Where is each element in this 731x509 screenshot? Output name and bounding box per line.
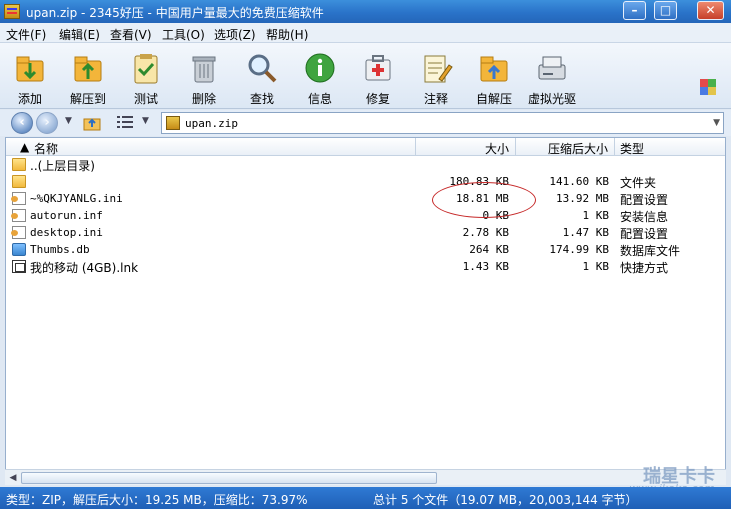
address-bar[interactable]: upan.zip ▼ <box>161 112 724 134</box>
column-name[interactable]: 名称 <box>34 140 58 157</box>
close-button[interactable]: ✕ <box>697 1 724 20</box>
self-extract-icon <box>480 56 508 82</box>
maximize-button[interactable]: □ <box>654 1 677 20</box>
self-extract-button[interactable]: 自解压 <box>466 47 522 107</box>
back-icon[interactable]: ‹ <box>11 112 33 134</box>
table-row[interactable]: Thumbs.db 264 KB 174.99 KB 数据库文件 <box>6 242 725 259</box>
highlight-circle <box>432 182 536 218</box>
comment-button[interactable]: 注释 <box>408 47 464 107</box>
view-mode-icon[interactable] <box>116 115 134 130</box>
ini-file-icon <box>11 192 26 205</box>
window-title: upan.zip - 2345好压 - 中国用户量最大的免费压缩软件 <box>26 6 324 20</box>
menu-bar: 文件(F) 编辑(E) 查看(V) 工具(O) 选项(Z) 帮助(H) <box>0 23 731 43</box>
delete-button[interactable]: 删除 <box>176 47 232 107</box>
status-right: 总计 5 个文件（19.07 MB，20,003,144 字节） <box>373 493 638 507</box>
table-row[interactable]: ~%QKJYANLG.ini 18.81 MB 13.92 MB 配置设置 <box>6 191 725 208</box>
column-header: ▲ 名称 大小 压缩后大小 类型 <box>6 138 725 156</box>
minimize-button[interactable]: – <box>623 1 646 20</box>
table-row[interactable]: 180.83 KB 141.60 KB 文件夹 <box>6 174 725 191</box>
scrollbar-thumb[interactable] <box>21 472 437 484</box>
table-row[interactable]: ..(上层目录) <box>6 157 725 174</box>
skin-color-icon[interactable] <box>699 78 717 96</box>
address-path: upan.zip <box>185 117 238 130</box>
file-list: ▲ 名称 大小 压缩后大小 类型 ..(上层目录) 180.83 KB 141.… <box>5 137 726 485</box>
up-folder-icon[interactable] <box>83 114 101 131</box>
menu-tools[interactable]: 工具(O) <box>162 26 205 43</box>
column-type[interactable]: 类型 <box>620 140 644 157</box>
column-packed-size[interactable]: 压缩后大小 <box>548 140 608 157</box>
menu-view[interactable]: 查看(V) <box>110 26 152 43</box>
clipboard-check-icon <box>134 54 158 84</box>
table-row[interactable]: 我的移动 (4GB).lnk 1.43 KB 1 KB 快捷方式 <box>6 259 725 276</box>
ini-file-icon <box>11 226 26 239</box>
zip-archive-icon <box>166 116 180 130</box>
table-row[interactable]: autorun.inf 0 KB 1 KB 安装信息 <box>6 208 725 225</box>
first-aid-icon <box>365 55 391 81</box>
magnifier-icon <box>248 54 277 83</box>
table-row[interactable]: desktop.ini 2.78 KB 1.47 KB 配置设置 <box>6 225 725 242</box>
virtual-drive-button[interactable]: 虚拟光驱 <box>524 47 580 107</box>
toolbar: 添加 解压到 测试 删除 查找 信息 修复 注释 自解压 虚拟光驱 <box>0 43 731 109</box>
notepad-pen-icon <box>424 55 453 83</box>
menu-help[interactable]: 帮助(H) <box>266 26 308 43</box>
history-dropdown-icon[interactable]: ▼ <box>65 116 72 126</box>
menu-file[interactable]: 文件(F) <box>6 26 46 43</box>
scroll-left-icon[interactable]: ◀ <box>7 472 19 484</box>
add-button[interactable]: 添加 <box>2 47 58 107</box>
status-left: 类型：ZIP，解压后大小：19.25 MB，压缩比：73.97% <box>6 493 308 507</box>
trash-icon <box>192 56 216 83</box>
sort-arrow-icon: ▲ <box>20 140 30 154</box>
menu-edit[interactable]: 编辑(E) <box>59 26 100 43</box>
extract-to-button[interactable]: 解压到 <box>60 47 116 107</box>
shortcut-icon <box>12 260 26 273</box>
drive-icon <box>538 56 566 80</box>
app-icon <box>4 4 20 19</box>
column-size[interactable]: 大小 <box>485 140 509 157</box>
address-dropdown-icon[interactable]: ▼ <box>713 118 720 128</box>
menu-options[interactable]: 选项(Z) <box>214 26 256 43</box>
add-icon <box>16 56 44 82</box>
address-row: ‹ › ▼ ▼ upan.zip ▼ <box>0 110 731 136</box>
inf-file-icon <box>11 209 26 222</box>
test-button[interactable]: 测试 <box>118 47 174 107</box>
title-bar: upan.zip - 2345好压 - 中国用户量最大的免费压缩软件 – □ ✕ <box>0 0 731 23</box>
forward-icon[interactable]: › <box>36 112 58 134</box>
info-button[interactable]: 信息 <box>292 47 348 107</box>
folder-icon <box>12 158 26 171</box>
horizontal-scrollbar[interactable]: ◀ <box>5 469 726 485</box>
repair-button[interactable]: 修复 <box>350 47 406 107</box>
view-dropdown-icon[interactable]: ▼ <box>142 116 149 126</box>
find-button[interactable]: 查找 <box>234 47 290 107</box>
info-icon <box>305 53 335 83</box>
status-bar: 类型：ZIP，解压后大小：19.25 MB，压缩比：73.97% 总计 5 个文… <box>0 487 731 509</box>
folder-icon <box>12 175 26 188</box>
db-file-icon <box>12 243 26 256</box>
extract-icon <box>74 56 102 82</box>
